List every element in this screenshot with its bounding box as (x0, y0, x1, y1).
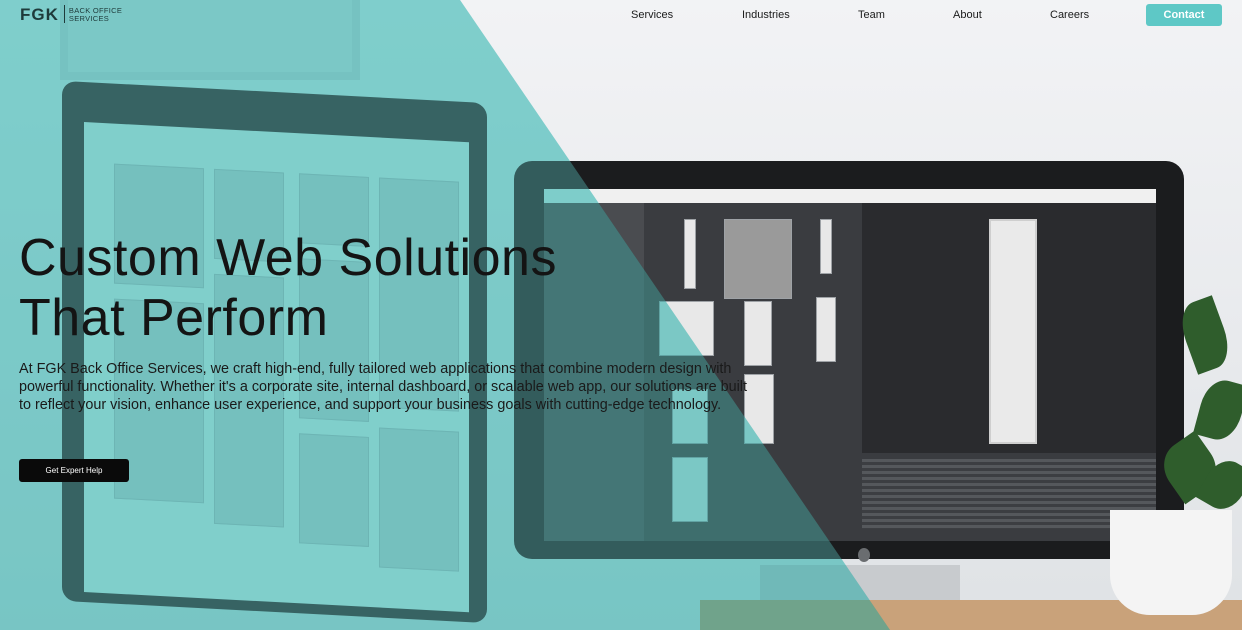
nav-link-services[interactable]: Services (631, 9, 673, 21)
top-navigation: FGK BACK OFFICE SERVICES Services Indust… (0, 0, 1242, 32)
screen-page-strip (989, 219, 1037, 444)
hero-title-line1: Custom Web Solutions (19, 229, 557, 287)
brand-logo[interactable]: FGK BACK OFFICE SERVICES (20, 5, 122, 24)
nav-link-careers[interactable]: Careers (1050, 9, 1089, 21)
hero-description: At FGK Back Office Services, we craft hi… (19, 361, 748, 413)
screen-thumbnail (744, 301, 772, 366)
hero-title: Custom Web Solutions That Perform (19, 228, 639, 348)
apple-logo-icon (858, 548, 870, 562)
screen-thumbnail (724, 219, 792, 299)
contact-button[interactable]: Contact (1146, 4, 1222, 26)
screen-menubar (544, 189, 1156, 203)
logo-mark: FGK (20, 5, 59, 24)
logo-subtitle-line2: SERVICES (68, 14, 110, 23)
nav-link-team[interactable]: Team (858, 9, 885, 21)
nav-link-industries[interactable]: Industries (742, 9, 790, 21)
plant-leaf (1192, 375, 1242, 445)
screen-thumbnail (820, 219, 832, 274)
nav-link-about[interactable]: About (953, 9, 982, 21)
logo-subtitle: BACK OFFICE SERVICES (63, 5, 122, 23)
plant-pot (1110, 510, 1232, 615)
hero-title-line2: That Perform (19, 289, 329, 347)
get-expert-help-button[interactable]: Get Expert Help (19, 459, 129, 482)
screen-thumbnail (816, 297, 836, 362)
screen-thumbnail (684, 219, 696, 289)
